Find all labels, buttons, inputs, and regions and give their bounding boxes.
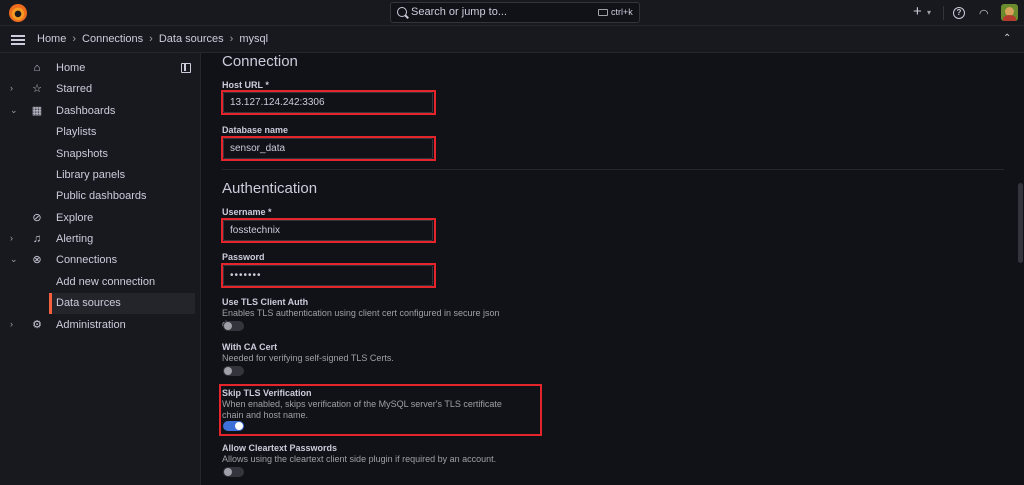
highlight-box xyxy=(221,136,436,161)
scrollbar[interactable] xyxy=(1018,183,1023,263)
sidebar-item-alerting[interactable]: › ♫ Alerting xyxy=(0,229,196,250)
breadcrumb-connections[interactable]: Connections xyxy=(82,33,143,45)
search-bar[interactable]: Search or jump to... ctrl+k xyxy=(390,2,640,23)
breadcrumb-home[interactable]: Home xyxy=(37,33,66,45)
main-content: Connection Host URL * 13.127.124.242:330… xyxy=(201,53,1024,485)
plus-icon[interactable]: + xyxy=(913,3,922,20)
sidebar-item-starred[interactable]: › ☆ Starred xyxy=(0,79,196,100)
breadcrumb: Home › Connections › Data sources › mysq… xyxy=(37,33,268,45)
sidebar-item-home[interactable]: ⌂ Home xyxy=(0,58,196,79)
highlight-box xyxy=(221,263,436,288)
cleartext-passwords-label: Allow Cleartext Passwords xyxy=(222,443,338,453)
sidebar-item-label: Snapshots xyxy=(56,148,108,160)
section-title-authentication: Authentication xyxy=(222,180,318,197)
sidebar-item-label: Alerting xyxy=(56,233,94,245)
chevron-right-icon: › xyxy=(229,33,234,45)
bell-icon: ♫ xyxy=(32,233,42,245)
chevron-right-icon[interactable]: › xyxy=(10,233,13,243)
top-bar: Search or jump to... ctrl+k + ▾ ? ◠ xyxy=(0,0,1024,26)
host-url-label: Host URL * xyxy=(222,80,269,90)
star-icon: ☆ xyxy=(32,83,42,95)
home-icon: ⌂ xyxy=(33,62,41,74)
sidebar-item-public-dashboards[interactable]: Public dashboards xyxy=(0,186,196,207)
database-name-label: Database name xyxy=(222,125,289,135)
tls-client-auth-toggle[interactable] xyxy=(223,321,244,331)
sidebar: ⌂ Home › ☆ Starred ⌄ ▦ Dashboards Playli… xyxy=(0,53,201,485)
highlight-box xyxy=(221,90,436,115)
sidebar-item-label: Public dashboards xyxy=(56,190,147,202)
sidebar-item-snapshots[interactable]: Snapshots xyxy=(0,144,196,165)
gear-icon: ⚙ xyxy=(32,319,42,331)
sidebar-item-dashboards[interactable]: ⌄ ▦ Dashboards xyxy=(0,101,196,122)
sidebar-item-explore[interactable]: ⊘ Explore xyxy=(0,208,196,229)
sidebar-item-connections[interactable]: ⌄ ⊗ Connections xyxy=(0,250,196,271)
chevron-down-icon[interactable]: ▾ xyxy=(927,8,931,17)
sidebar-item-data-sources[interactable]: Data sources xyxy=(49,293,195,314)
chevron-right-icon[interactable]: › xyxy=(10,319,13,329)
sidebar-item-administration[interactable]: › ⚙ Administration xyxy=(0,315,196,336)
search-shortcut: ctrl+k xyxy=(611,7,633,17)
chevron-up-icon[interactable]: ⌃ xyxy=(1003,33,1011,44)
sidebar-item-label: Starred xyxy=(56,83,93,95)
chevron-down-icon[interactable]: ⌄ xyxy=(10,254,18,265)
search-placeholder: Search or jump to... xyxy=(411,6,507,18)
keyboard-icon xyxy=(598,9,608,16)
cleartext-passwords-toggle[interactable] xyxy=(223,467,244,477)
sidebar-item-label: Playlists xyxy=(56,126,97,138)
help-icon[interactable]: ? xyxy=(953,7,965,19)
sidebar-item-label: Explore xyxy=(56,212,94,224)
sidebar-item-label: Add new connection xyxy=(56,276,156,288)
tls-client-auth-description: Enables TLS authentication using client … xyxy=(222,308,500,329)
ca-cert-toggle[interactable] xyxy=(223,366,244,376)
chevron-right-icon: › xyxy=(72,33,77,45)
ca-cert-label: With CA Cert xyxy=(222,342,278,352)
compass-icon: ⊘ xyxy=(32,212,42,224)
sidebar-item-label: Connections xyxy=(56,254,118,266)
sidebar-item-playlists[interactable]: Playlists xyxy=(0,122,196,143)
cleartext-passwords-description: Allows using the cleartext client side p… xyxy=(222,454,497,464)
divider xyxy=(943,6,944,20)
menu-icon[interactable] xyxy=(11,35,25,45)
chevron-down-icon[interactable]: ⌄ xyxy=(10,105,18,116)
tls-client-auth-label: Use TLS Client Auth xyxy=(222,297,309,307)
username-label: Username * xyxy=(222,207,272,217)
sidebar-item-library-panels[interactable]: Library panels xyxy=(0,165,196,186)
ca-cert-description: Needed for verifying self-signed TLS Cer… xyxy=(222,353,394,363)
sidebar-item-label: Home xyxy=(56,62,86,74)
chevron-right-icon: › xyxy=(149,33,153,45)
grafana-logo-icon[interactable] xyxy=(9,4,27,22)
sidebar-item-label: Data sources xyxy=(56,297,121,309)
highlight-box xyxy=(221,218,436,243)
breadcrumb-current: mysql xyxy=(239,33,269,45)
section-title-connection: Connection xyxy=(222,53,298,70)
grid-icon: ▦ xyxy=(31,105,43,117)
sidebar-item-label: Library panels xyxy=(56,169,126,181)
search-icon xyxy=(397,7,407,17)
news-icon[interactable]: ◠ xyxy=(979,7,989,20)
sidebar-item-add-new-connection[interactable]: Add new connection xyxy=(0,272,196,293)
chevron-right-icon[interactable]: › xyxy=(10,83,13,93)
sidebar-item-label: Administration xyxy=(56,319,126,331)
breadcrumb-data-sources[interactable]: Data sources xyxy=(159,33,224,45)
password-label: Password xyxy=(222,252,265,262)
section-divider xyxy=(222,169,1004,170)
breadcrumb-bar: Home › Connections › Data sources › mysq… xyxy=(0,26,1024,53)
highlight-box xyxy=(219,384,542,436)
plug-icon: ⊗ xyxy=(32,254,42,266)
sidebar-item-label: Dashboards xyxy=(56,105,116,117)
avatar[interactable] xyxy=(1001,4,1018,21)
